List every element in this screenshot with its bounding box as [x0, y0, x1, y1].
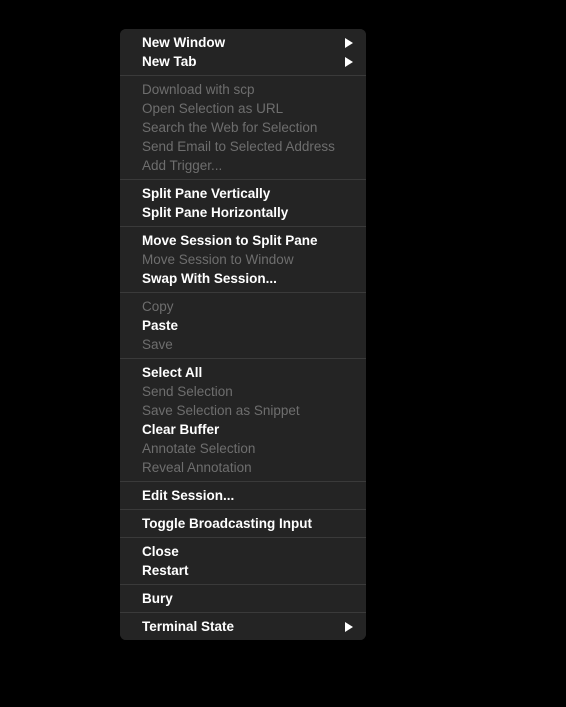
- menu-item-label: Copy: [142, 299, 174, 314]
- menu-item-label: Send Email to Selected Address: [142, 139, 335, 154]
- menu-item-clear-buffer[interactable]: Clear Buffer: [120, 420, 366, 439]
- menu-item-label: Annotate Selection: [142, 441, 256, 456]
- menu-group: Bury: [120, 584, 366, 612]
- menu-item-label: Split Pane Vertically: [142, 186, 271, 201]
- menu-item-label: Move Session to Window: [142, 252, 294, 267]
- menu-item-label: Download with scp: [142, 82, 255, 97]
- menu-item-label: Close: [142, 544, 179, 559]
- menu-item-new-tab[interactable]: New Tab: [120, 52, 366, 71]
- menu-item-label: Toggle Broadcasting Input: [142, 516, 312, 531]
- menu-item-reveal-annotation: Reveal Annotation: [120, 458, 366, 477]
- menu-item-open-selection-as-url: Open Selection as URL: [120, 99, 366, 118]
- menu-group: Download with scp Open Selection as URL Se…: [120, 75, 366, 179]
- menu-item-label: Add Trigger...: [142, 158, 223, 173]
- menu-item-label: Open Selection as URL: [142, 101, 284, 116]
- menu-group: Close Restart: [120, 537, 366, 584]
- menu-item-label: Reveal Annotation: [142, 460, 252, 475]
- context-menu: New Window New Tab Download with scp Open S…: [120, 29, 366, 640]
- menu-item-send-selection: Send Selection: [120, 382, 366, 401]
- menu-item-label: Save Selection as Snippet: [142, 403, 300, 418]
- menu-group: Split Pane Vertically Split Pane Horizont…: [120, 179, 366, 226]
- menu-item-toggle-broadcasting-input[interactable]: Toggle Broadcasting Input: [120, 514, 366, 533]
- menu-item-save-selection-as-snippet: Save Selection as Snippet: [120, 401, 366, 420]
- menu-group: New Window New Tab: [120, 29, 366, 75]
- menu-item-add-trigger: Add Trigger...: [120, 156, 366, 175]
- menu-item-split-pane-horizontally[interactable]: Split Pane Horizontally: [120, 203, 366, 222]
- menu-item-label: Send Selection: [142, 384, 233, 399]
- menu-item-send-email-to-selected-address: Send Email to Selected Address: [120, 137, 366, 156]
- menu-item-select-all[interactable]: Select All: [120, 363, 366, 382]
- menu-item-label: Search the Web for Selection: [142, 120, 318, 135]
- caret-right-icon: [345, 56, 353, 67]
- caret-right-icon: [345, 37, 353, 48]
- menu-item-split-pane-vertically[interactable]: Split Pane Vertically: [120, 184, 366, 203]
- menu-item-save: Save: [120, 335, 366, 354]
- menu-item-label: Select All: [142, 365, 203, 380]
- menu-group: Toggle Broadcasting Input: [120, 509, 366, 537]
- menu-item-move-session-to-window: Move Session to Window: [120, 250, 366, 269]
- menu-item-search-the-web-for-selection: Search the Web for Selection: [120, 118, 366, 137]
- menu-group: Terminal State: [120, 612, 366, 640]
- menu-item-label: Swap With Session...: [142, 271, 277, 286]
- menu-item-annotate-selection: Annotate Selection: [120, 439, 366, 458]
- caret-right-icon: [345, 621, 353, 632]
- menu-item-label: Paste: [142, 318, 179, 333]
- menu-item-label: New Tab: [142, 54, 197, 69]
- menu-item-label: Split Pane Horizontally: [142, 205, 289, 220]
- menu-item-label: Clear Buffer: [142, 422, 220, 437]
- menu-item-bury[interactable]: Bury: [120, 589, 366, 608]
- menu-item-label: Move Session to Split Pane: [142, 233, 318, 248]
- menu-item-new-window[interactable]: New Window: [120, 33, 366, 52]
- menu-group: Edit Session...: [120, 481, 366, 509]
- menu-item-terminal-state[interactable]: Terminal State: [120, 617, 366, 636]
- menu-item-copy: Copy: [120, 297, 366, 316]
- menu-item-download-with-scp: Download with scp: [120, 80, 366, 99]
- menu-item-edit-session[interactable]: Edit Session...: [120, 486, 366, 505]
- menu-group: Copy Paste Save: [120, 292, 366, 358]
- menu-item-restart[interactable]: Restart: [120, 561, 366, 580]
- menu-item-label: Save: [142, 337, 173, 352]
- menu-item-paste[interactable]: Paste: [120, 316, 366, 335]
- menu-group: Move Session to Split Pane Move Session t…: [120, 226, 366, 292]
- menu-group: Select All Send Selection Save Selection a…: [120, 358, 366, 481]
- menu-item-label: New Window: [142, 35, 226, 50]
- menu-item-label: Bury: [142, 591, 173, 606]
- menu-item-swap-with-session[interactable]: Swap With Session...: [120, 269, 366, 288]
- menu-item-label: Restart: [142, 563, 189, 578]
- menu-item-label: Terminal State: [142, 619, 235, 634]
- menu-item-move-session-to-split-pane[interactable]: Move Session to Split Pane: [120, 231, 366, 250]
- menu-item-label: Edit Session...: [142, 488, 235, 503]
- menu-item-close[interactable]: Close: [120, 542, 366, 561]
